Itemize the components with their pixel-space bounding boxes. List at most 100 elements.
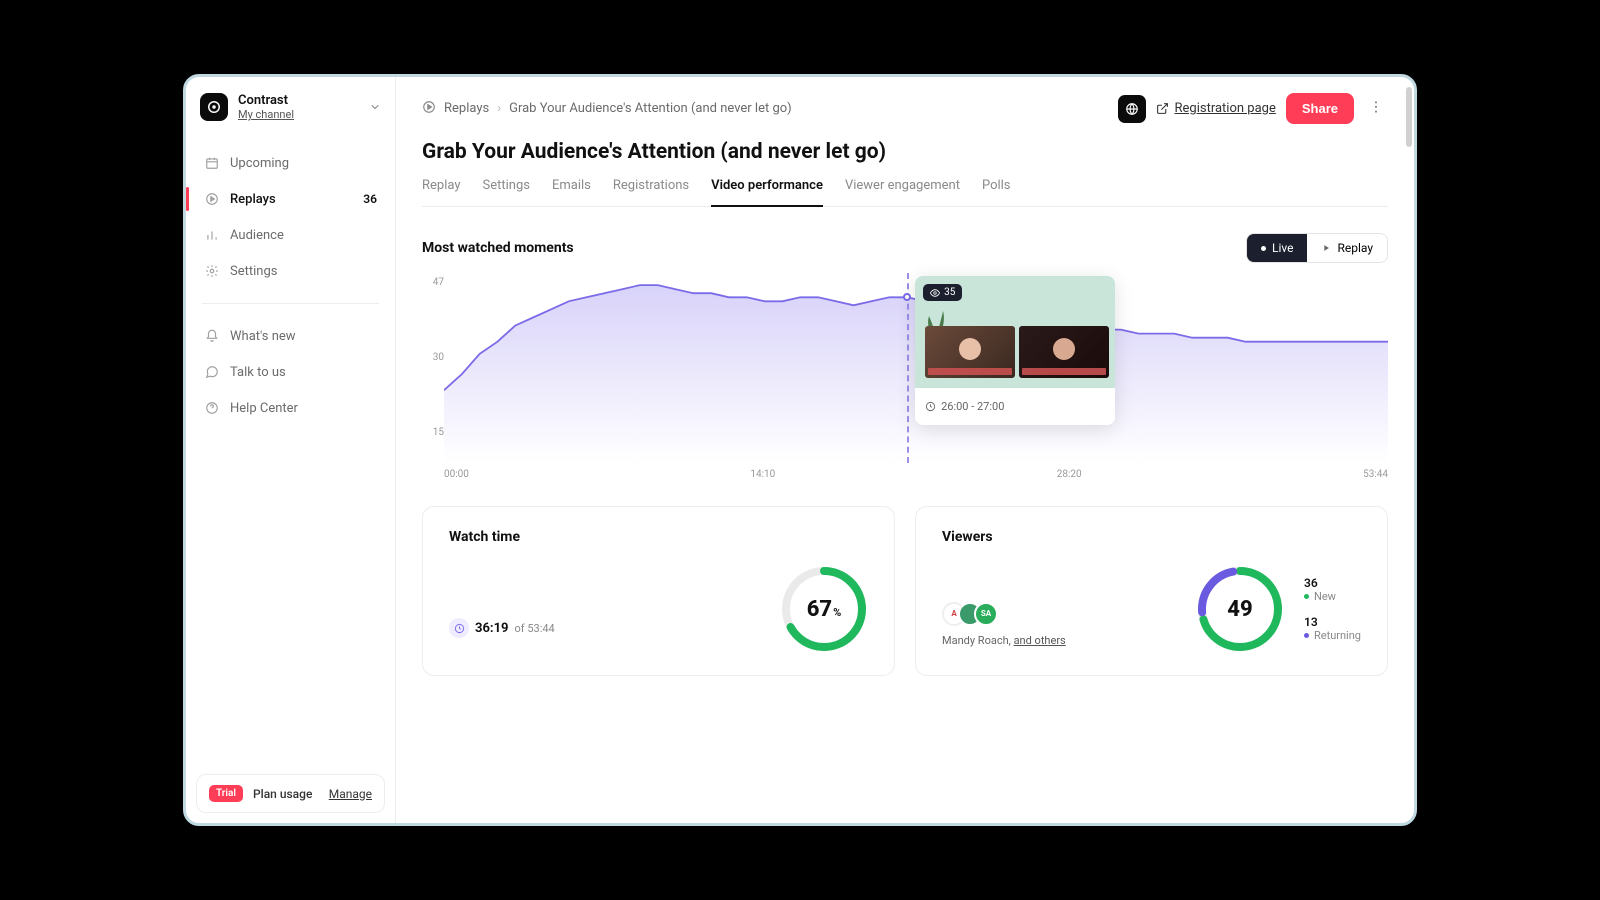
- breadcrumb-sep: ›: [497, 101, 501, 116]
- nav-label: Audience: [230, 228, 284, 243]
- viewer-sample-name: Mandy Roach,: [942, 634, 1011, 647]
- trial-badge: Trial: [209, 785, 243, 802]
- help-icon: [204, 400, 220, 416]
- bell-icon: [204, 328, 220, 344]
- nav-label: Settings: [230, 264, 277, 279]
- viewers-ring: 49: [1196, 565, 1284, 653]
- more-icon[interactable]: [1364, 95, 1388, 123]
- tooltip-preview: 35: [915, 276, 1115, 388]
- viewer-names: Mandy Roach, and others: [942, 634, 1176, 647]
- chart-area[interactable]: 35 26:00 - 27:00: [444, 273, 1388, 463]
- legend-returning-label: Returning: [1314, 629, 1361, 642]
- gear-icon: [204, 263, 220, 279]
- play-circle-icon: [422, 100, 436, 118]
- live-dot-icon: [1261, 246, 1266, 251]
- nav-talk-to-us[interactable]: Talk to us: [186, 354, 395, 390]
- watch-time-card: Watch time 36:19 of 53:44: [422, 506, 895, 676]
- tab-video-performance[interactable]: Video performance: [711, 178, 823, 207]
- calendar-icon: [204, 155, 220, 171]
- nav-label: Replays: [230, 192, 276, 207]
- x-tick: 53:44: [1363, 469, 1388, 480]
- tab-replay[interactable]: Replay: [422, 178, 461, 206]
- x-tick: 28:20: [1057, 469, 1082, 480]
- divider: [202, 303, 379, 304]
- moments-chart: 47 30 15 35: [422, 273, 1388, 480]
- x-tick: 14:10: [750, 469, 775, 480]
- y-tick: 15: [422, 427, 444, 438]
- breadcrumb-current: Grab Your Audience's Attention (and neve…: [509, 101, 792, 116]
- workspace-name: Contrast: [238, 93, 359, 108]
- tab-settings[interactable]: Settings: [483, 178, 530, 206]
- nav-whats-new[interactable]: What's new: [186, 318, 395, 354]
- primary-nav: Upcoming Replays 36 Audience Settings Wh…: [186, 137, 395, 434]
- toggle-replay-label: Replay: [1337, 241, 1373, 255]
- card-title: Viewers: [942, 529, 1361, 545]
- globe-button[interactable]: [1118, 95, 1146, 123]
- chart-tooltip: 35 26:00 - 27:00: [915, 276, 1115, 425]
- manage-link[interactable]: Manage: [329, 787, 372, 801]
- workspace-switcher[interactable]: Contrast My channel: [186, 77, 395, 137]
- watch-percent: 67: [807, 597, 832, 622]
- watch-total: 53:44: [527, 622, 554, 635]
- toggle-replay[interactable]: Replay: [1307, 234, 1387, 262]
- speaker-tile: [925, 326, 1015, 378]
- content: Grab Your Audience's Attention (and neve…: [396, 140, 1414, 696]
- clock-icon: [925, 401, 936, 412]
- registration-page-link[interactable]: Registration page: [1156, 101, 1276, 116]
- nav-label: Upcoming: [230, 156, 289, 171]
- tooltip-count: 35: [944, 287, 955, 298]
- legend-dot-icon: [1304, 633, 1309, 638]
- bars-icon: [204, 227, 220, 243]
- tab-polls[interactable]: Polls: [982, 178, 1011, 206]
- nav-settings[interactable]: Settings: [186, 253, 395, 289]
- toggle-live-label: Live: [1272, 241, 1293, 255]
- external-link-icon: [1156, 102, 1169, 115]
- speakers-preview: [925, 326, 1109, 378]
- x-tick: 00:00: [444, 469, 469, 480]
- page-title: Grab Your Audience's Attention (and neve…: [422, 140, 1388, 164]
- legend-dot-icon: [1304, 594, 1309, 599]
- y-tick: 47: [422, 277, 444, 288]
- chart-hover-dot: [903, 293, 911, 301]
- tab-viewer-engagement[interactable]: Viewer engagement: [845, 178, 960, 206]
- viewer-count-badge: 35: [923, 284, 962, 301]
- registration-label: Registration page: [1175, 101, 1276, 116]
- tooltip-timestamp: 26:00 - 27:00: [915, 388, 1115, 425]
- legend-new-label: New: [1314, 590, 1336, 603]
- tooltip-time-label: 26:00 - 27:00: [941, 400, 1004, 413]
- breadcrumb-root[interactable]: Replays: [444, 101, 489, 116]
- workspace-subtitle[interactable]: My channel: [238, 108, 359, 121]
- nav-label: What's new: [230, 329, 296, 344]
- eye-icon: [930, 288, 940, 298]
- tab-registrations[interactable]: Registrations: [613, 178, 689, 206]
- nav-label: Talk to us: [230, 365, 286, 380]
- nav-upcoming[interactable]: Upcoming: [186, 145, 395, 181]
- watch-of: of: [515, 622, 525, 635]
- nav-audience[interactable]: Audience: [186, 217, 395, 253]
- sidebar: Contrast My channel Upcoming Replays 36 …: [186, 77, 396, 823]
- chart-hover-line: [907, 273, 909, 463]
- nav-help-center[interactable]: Help Center: [186, 390, 395, 426]
- workspace-logo: [200, 93, 228, 121]
- view-toggle: Live Replay: [1246, 233, 1388, 263]
- nav-replays[interactable]: Replays 36: [186, 181, 395, 217]
- tab-emails[interactable]: Emails: [552, 178, 591, 206]
- play-circle-icon: [204, 191, 220, 207]
- play-icon: [1321, 243, 1331, 253]
- share-button[interactable]: Share: [1286, 93, 1354, 124]
- viewer-others-link[interactable]: and others: [1014, 634, 1066, 647]
- nav-label: Help Center: [230, 401, 298, 416]
- scrollbar[interactable]: [1406, 87, 1412, 813]
- tabs: Replay Settings Emails Registrations Vid…: [422, 178, 1388, 207]
- chat-icon: [204, 364, 220, 380]
- breadcrumb: Replays › Grab Your Audience's Attention…: [422, 100, 792, 118]
- legend-new-count: 36: [1304, 576, 1361, 590]
- chart-y-axis: 47 30 15: [422, 273, 444, 456]
- stat-cards: Watch time 36:19 of 53:44: [422, 506, 1388, 676]
- toggle-live[interactable]: Live: [1247, 234, 1307, 262]
- main: Replays › Grab Your Audience's Attention…: [396, 77, 1414, 823]
- speaker-tile: [1019, 326, 1109, 378]
- chart-x-axis: 00:00 14:10 28:20 53:44: [444, 469, 1388, 480]
- card-title: Watch time: [449, 529, 868, 545]
- chevron-down-icon: [369, 98, 381, 117]
